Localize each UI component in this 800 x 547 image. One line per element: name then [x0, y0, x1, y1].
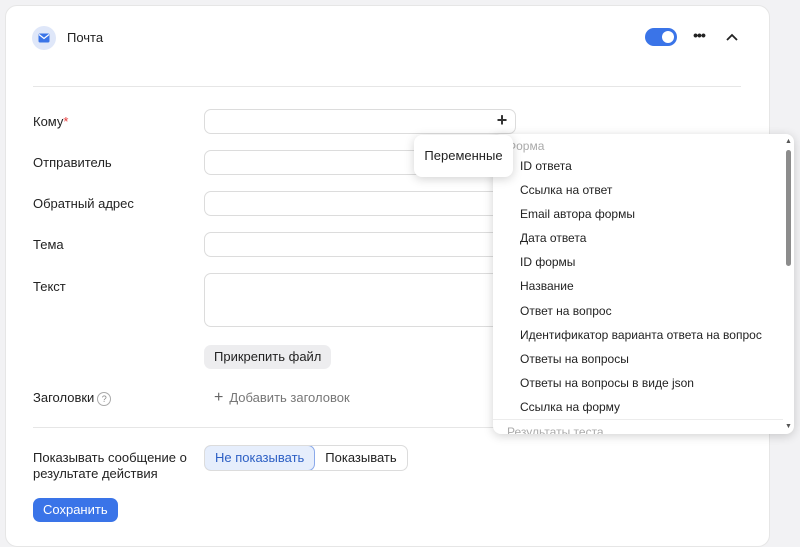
subject-input[interactable]	[204, 232, 516, 257]
dropdown-item[interactable]: Ответ на вопрос	[520, 304, 612, 318]
headers-label: Заголовки	[33, 390, 95, 405]
attach-file-button[interactable]: Прикрепить файл	[204, 345, 332, 369]
segment-show[interactable]: Показывать	[315, 446, 406, 470]
variables-tooltip: Переменные	[414, 135, 513, 177]
more-icon[interactable]: •••	[690, 28, 708, 46]
add-header-label: Добавить заголовок	[229, 390, 350, 405]
dropdown-item[interactable]: Идентификатор варианта ответа на вопрос	[520, 328, 762, 342]
divider	[33, 86, 741, 87]
dropdown-item[interactable]: Дата ответа	[520, 231, 586, 245]
scrollbar[interactable]: ▲ ▼	[785, 138, 792, 430]
help-icon[interactable]: ?	[97, 391, 112, 406]
dropdown-item[interactable]: Ссылка на ответ	[520, 183, 612, 197]
required-mark: *	[63, 114, 69, 129]
segment-hide[interactable]: Не показывать	[204, 446, 316, 470]
scrollbar-thumb[interactable]	[786, 150, 791, 266]
to-label: Кому*	[33, 114, 69, 129]
scroll-down-icon[interactable]: ▼	[785, 423, 792, 430]
text-textarea[interactable]	[204, 273, 516, 327]
variables-dropdown: Форма ID ответа Ссылка на ответ Email ав…	[493, 134, 794, 434]
dropdown-item[interactable]: Email автора формы	[520, 207, 635, 221]
save-button[interactable]: Сохранить	[33, 498, 118, 522]
mail-icon	[32, 26, 56, 50]
plus-icon: +	[214, 389, 224, 406]
reply-to-input[interactable]	[204, 191, 516, 216]
show-result-segmented: Не показывать Показывать	[204, 445, 408, 471]
variables-plus-icon[interactable]: +	[491, 109, 513, 131]
enable-toggle[interactable]	[645, 28, 677, 46]
text-label: Текст	[33, 279, 66, 294]
dropdown-item[interactable]: ID ответа	[520, 159, 572, 173]
scroll-up-icon[interactable]: ▲	[785, 138, 792, 145]
card-title: Почта	[67, 30, 104, 45]
to-input[interactable]	[204, 109, 516, 134]
dropdown-item[interactable]: Ответы на вопросы	[520, 352, 629, 366]
reply-to-label: Обратный адрес	[33, 196, 134, 211]
dropdown-item[interactable]: Ответы на вопросы в виде json	[520, 376, 694, 390]
sender-label: Отправитель	[33, 155, 112, 170]
dropdown-item[interactable]: Ссылка на форму	[520, 400, 620, 414]
chevron-up-icon[interactable]	[724, 29, 740, 45]
subject-label: Тема	[33, 237, 64, 252]
dropdown-item[interactable]: Название	[520, 279, 574, 293]
add-header-button[interactable]: + Добавить заголовок	[214, 389, 350, 407]
headers-label-group: Заголовки?	[33, 390, 112, 406]
dropdown-divider	[493, 419, 783, 420]
dropdown-item[interactable]: ID формы	[520, 255, 575, 269]
group-test-results: Результаты теста	[507, 425, 604, 434]
show-result-label: Показывать сообщение о результате действи…	[33, 450, 187, 481]
toggle-knob	[662, 31, 674, 43]
